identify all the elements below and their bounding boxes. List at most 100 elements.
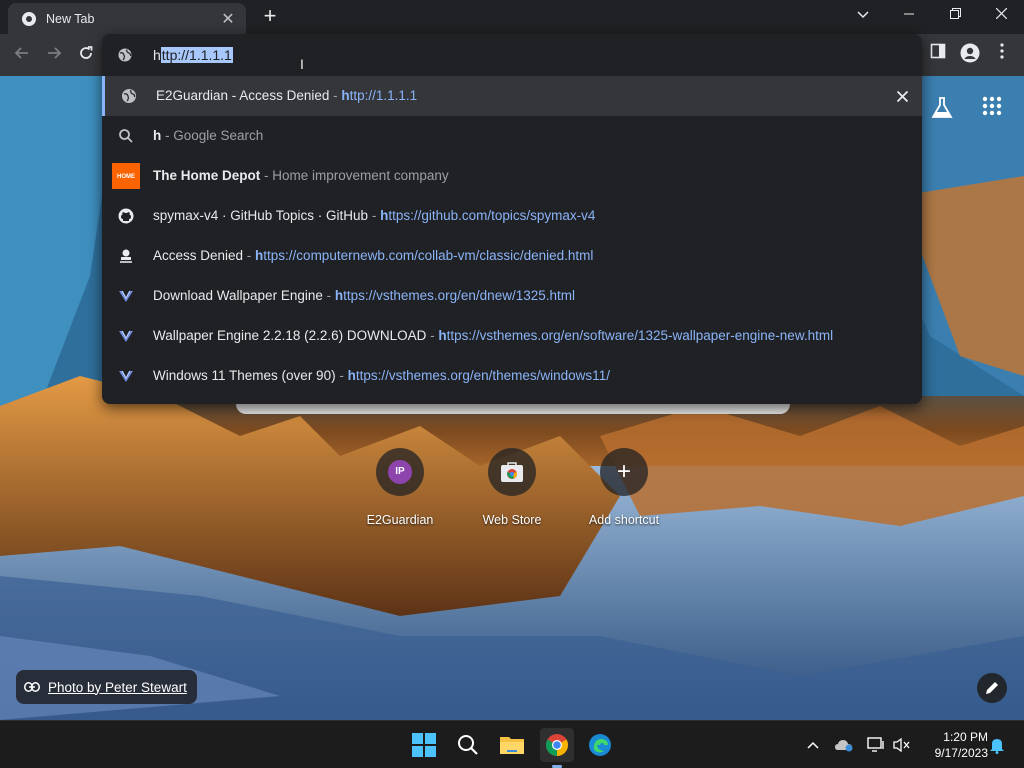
separator: -: [368, 208, 381, 223]
close-icon: [896, 90, 909, 103]
system-clock[interactable]: 1:20 PM 9/17/2023: [918, 729, 988, 761]
address-input[interactable]: http://1.1.1.1: [153, 45, 233, 65]
pencil-icon: [986, 682, 998, 694]
ntp-search-box[interactable]: [236, 404, 790, 414]
labs-button[interactable]: [928, 96, 956, 124]
suggestion-url: https://github.com/topics/spymax-v4: [380, 208, 595, 223]
shortcut-label: E2Guardian: [366, 513, 434, 527]
separator: -: [161, 128, 174, 143]
file-explorer-button[interactable]: [496, 729, 528, 761]
shortcut-label: Add shortcut: [588, 513, 660, 527]
shortcut-tile: [488, 448, 536, 496]
arrow-right-icon: [48, 47, 62, 59]
folder-icon: [500, 737, 524, 754]
volume-button[interactable]: [892, 735, 912, 755]
network-button[interactable]: [866, 735, 886, 755]
customize-chrome-button[interactable]: [977, 673, 1007, 703]
suggestion-row[interactable]: spymax-v4 · GitHub Topics · GitHub - htt…: [102, 196, 922, 236]
typed-text: h: [153, 47, 161, 63]
show-hidden-icons-button[interactable]: [803, 735, 823, 755]
shortcut-e2guardian[interactable]: IP E2Guardian: [344, 448, 456, 538]
autocomplete-selection: ttp://1.1.1.1: [160, 47, 233, 63]
match-highlight: H: [180, 168, 191, 183]
suggestion-title: Access Denied: [153, 248, 244, 263]
chrome-icon: [546, 734, 568, 756]
cloud-icon: [835, 740, 853, 752]
suggestion-url: https://computernewb.com/collab-vm/class…: [255, 248, 593, 263]
title-prefix: The: [153, 168, 181, 183]
match-highlight: h: [347, 368, 356, 383]
start-button[interactable]: [408, 729, 440, 761]
search-icon: [458, 735, 478, 755]
clock-time: 1:20 PM: [943, 730, 988, 744]
tab-close-button[interactable]: ✕: [220, 9, 236, 29]
suggestion-row[interactable]: Wallpaper Engine 2.2.18 (2.2.6) DOWNLOAD…: [102, 316, 922, 356]
chrome-taskbar-button[interactable]: [540, 728, 574, 762]
chevron-down-icon: [857, 11, 869, 19]
profile-button[interactable]: [958, 43, 982, 67]
url-rest: ttps://computernewb.com/collab-vm/classi…: [263, 248, 594, 263]
url-rest: ttps://github.com/topics/spymax-v4: [388, 208, 596, 223]
address-bar[interactable]: http://1.1.1.1 I: [102, 34, 922, 76]
home-depot-icon: HOME: [112, 163, 140, 189]
edge-taskbar-button[interactable]: [584, 729, 616, 761]
notifications-button[interactable]: [987, 735, 1007, 755]
back-button[interactable]: [10, 43, 34, 67]
suggestion-row[interactable]: h - Google Search: [102, 116, 922, 156]
suggestion-row[interactable]: E2Guardian - Access Denied - http://1.1.…: [102, 76, 922, 116]
suggestion-url: http://1.1.1.1: [341, 88, 417, 103]
shortcut-web-store[interactable]: Web Store: [456, 448, 568, 538]
google-apps-button[interactable]: [978, 96, 1006, 124]
plus-icon: +: [616, 458, 631, 485]
reload-button[interactable]: [74, 43, 98, 67]
close-window-button[interactable]: [978, 0, 1024, 30]
suggestion-url: https://vsthemes.org/en/dnew/1325.html: [335, 288, 575, 303]
add-shortcut-button[interactable]: + Add shortcut: [568, 448, 680, 538]
new-tab-button[interactable]: +: [258, 4, 282, 28]
menu-button[interactable]: [990, 43, 1014, 67]
shortcut-tile: IP: [376, 448, 424, 496]
suggestion-title: The Home Depot: [153, 168, 260, 183]
separator: -: [329, 88, 342, 103]
match-highlight: h: [334, 288, 344, 303]
separator: -: [426, 328, 439, 343]
separator: -: [260, 168, 273, 183]
speaker-muted-icon: [893, 737, 910, 753]
windows-logo-icon: [412, 733, 436, 757]
tab-new-tab[interactable]: New Tab ✕: [8, 3, 246, 34]
chrome-icon: [22, 11, 36, 26]
search-icon: [119, 129, 133, 143]
apps-grid-icon: [982, 96, 1002, 116]
forward-button[interactable]: [42, 43, 66, 67]
photo-credit-link[interactable]: Photo by Peter Stewart: [16, 670, 197, 704]
side-panel-icon: [930, 43, 946, 59]
restore-button[interactable]: [932, 0, 978, 30]
windows-taskbar: 1:20 PM 9/17/2023: [0, 720, 1024, 768]
suggestion-title: h: [153, 128, 162, 143]
url-rest: ttps://vsthemes.org/en/themes/windows11/: [355, 368, 610, 383]
suggestion-row[interactable]: Windows 11 Themes (over 90) - https://vs…: [102, 356, 922, 396]
suggestion-row[interactable]: Download Wallpaper Engine - https://vsth…: [102, 276, 922, 316]
arrow-left-icon: [14, 47, 28, 59]
photo-credit-text: Photo by Peter Stewart: [48, 679, 187, 695]
url-rest: ttps://vsthemes.org/en/software/1325-wal…: [446, 328, 834, 343]
remove-suggestion-button[interactable]: [896, 86, 909, 107]
suggestion-row[interactable]: HOME The Home Depot - Home improvement c…: [102, 156, 922, 196]
onedrive-button[interactable]: [834, 735, 854, 755]
github-icon: [118, 208, 134, 224]
url-rest: ttps://vsthemes.org/en/dnew/1325.html: [343, 288, 575, 303]
side-panel-button[interactable]: [926, 43, 950, 67]
restore-icon: [949, 8, 961, 19]
tab-title: New Tab: [46, 11, 95, 26]
minimize-button[interactable]: [886, 0, 932, 30]
suggestion-description: Google Search: [173, 128, 264, 143]
separator: -: [322, 288, 335, 303]
suggestion-title: Download Wallpaper Engine: [153, 288, 323, 303]
separator: -: [335, 368, 348, 383]
close-icon: [995, 7, 1007, 20]
globe-icon: [122, 89, 136, 103]
tab-search-button[interactable]: [840, 0, 886, 30]
separator: -: [243, 248, 256, 263]
suggestion-row[interactable]: Access Denied - https://computernewb.com…: [102, 236, 922, 276]
taskbar-search-button[interactable]: [452, 729, 484, 761]
